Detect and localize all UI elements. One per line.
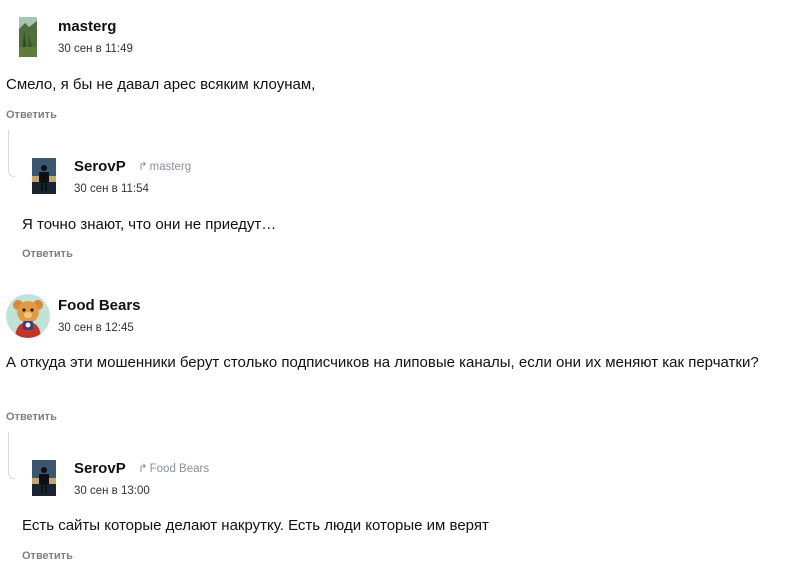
reply-comment: SerovP ↱ masterg 30 сен в 11:54 Я точно з… [0, 150, 797, 270]
comment: masterg 30 сен в 11:49 Смело, я бы не да… [0, 0, 797, 130]
reply-to-author: Food Bears [149, 463, 210, 475]
reply-to-link[interactable]: ↱ Food Bears [138, 461, 209, 475]
avatar[interactable] [19, 17, 37, 57]
comment-text: Смело, я бы не давал арес всяким клоунам… [6, 76, 316, 93]
reply-button[interactable]: Ответить [6, 411, 57, 423]
comment: Food Bears 30 сен в 12:45 А откуда эти м… [0, 290, 797, 430]
reply-button[interactable]: Ответить [22, 248, 73, 260]
reply-to-link[interactable]: ↱ masterg [138, 159, 191, 173]
avatar[interactable] [32, 158, 56, 194]
author-name[interactable]: SerovP [74, 158, 126, 175]
avatar[interactable] [32, 460, 56, 496]
avatar-silhouette-image [32, 158, 56, 194]
reply-button[interactable]: Ответить [22, 550, 73, 562]
comment-text: А откуда эти мошенники берут столько под… [6, 354, 759, 371]
avatar-bear-image [6, 294, 50, 338]
reply-arrow-icon: ↱ [138, 161, 148, 173]
comment-timestamp: 30 сен в 12:45 [58, 322, 134, 334]
reply-to-author: masterg [149, 161, 192, 173]
comment-timestamp: 30 сен в 11:54 [74, 183, 149, 195]
comment-text: Я точно знают, что они не приедут… [22, 216, 277, 233]
reply-arrow-icon: ↱ [138, 463, 148, 475]
comment-timestamp: 30 сен в 11:49 [58, 43, 133, 55]
author-name[interactable]: Food Bears [58, 297, 141, 314]
author-name[interactable]: SerovP [74, 460, 126, 477]
author-name[interactable]: masterg [58, 18, 116, 35]
avatar[interactable] [6, 294, 50, 338]
avatar-silhouette-image [32, 460, 56, 496]
reply-comment: SerovP ↱ Food Bears 30 сен в 13:00 Есть с… [0, 452, 797, 579]
avatar-landscape-image [19, 17, 37, 57]
reply-button[interactable]: Ответить [6, 109, 57, 121]
comment-text: Есть сайты которые делают накрутку. Есть… [22, 517, 489, 534]
comment-timestamp: 30 сен в 13:00 [74, 485, 150, 497]
